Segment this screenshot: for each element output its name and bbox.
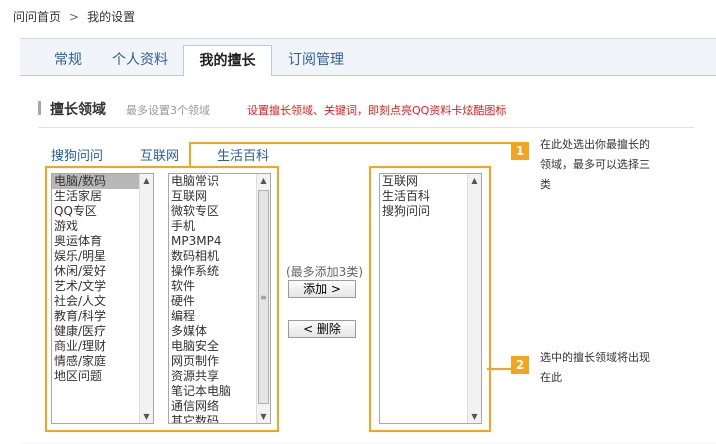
list-item[interactable]: 手机 [169, 219, 270, 234]
category-link-sogou-wenwen[interactable]: 搜狗问问 [51, 145, 103, 164]
list-item[interactable]: 通信网络 [169, 399, 270, 414]
selected-expertise-list[interactable]: 互联网 生活百科 搜狗问问 ▲ ▼ [379, 173, 482, 424]
breadcrumb-separator: > [69, 10, 80, 24]
list-item[interactable]: 互联网 [380, 174, 481, 189]
list-item[interactable]: 硬件 [169, 294, 270, 309]
scroll-up-icon[interactable]: ▲ [468, 174, 481, 187]
list-item[interactable]: 地区问题 [52, 369, 153, 384]
breadcrumb-current: 我的设置 [87, 10, 136, 24]
callout-1-connector [189, 142, 511, 144]
scroll-down-icon[interactable]: ▼ [257, 410, 270, 423]
breadcrumb-home-link[interactable]: 问问首页 [13, 10, 61, 24]
list-item[interactable]: 软件 [169, 279, 270, 294]
callout-2-badge: 2 [511, 356, 529, 374]
list-item[interactable]: 互联网 [169, 189, 270, 204]
list-item[interactable]: 搜狗问问 [380, 204, 481, 219]
list-item[interactable]: 网页制作 [169, 354, 270, 369]
add-button[interactable]: 添加 > [288, 280, 356, 298]
category-link-internet[interactable]: 互联网 [140, 145, 179, 164]
callout-1-text: 在此处选出你最擅长的领域，最多可以选择三类 [540, 138, 650, 191]
callout-2-connector [487, 368, 511, 370]
tab-my-expertise[interactable]: 我的擅长 [183, 45, 272, 77]
list-item[interactable]: 教育/科学 [52, 309, 153, 324]
scroll-up-icon[interactable]: ▲ [257, 174, 270, 187]
scrollbar-thumb[interactable]: ≡ [258, 190, 269, 404]
sub-category-list[interactable]: 电脑常识 互联网 微软专区 手机 MP3MP4 数码相机 操作系统 软件 硬件 编程 多媒体 电脑安全… [168, 173, 271, 424]
list-item[interactable]: 生活百科 [380, 189, 481, 204]
section-title: 擅长领域 [50, 102, 106, 118]
scroll-up-icon[interactable]: ▲ [140, 174, 153, 187]
callout-1-connector-vertical [189, 142, 191, 167]
section-limit-note: 最多设置3个领域 [126, 104, 210, 117]
scroll-down-icon[interactable]: ▼ [140, 410, 153, 423]
section-hint: 设置擅长领域、关键词，即刻点亮QQ资料卡炫酷图标 [247, 104, 507, 117]
list-item[interactable]: QQ专区 [52, 204, 153, 219]
list-item[interactable]: 情感/家庭 [52, 354, 153, 369]
breadcrumb: 问问首页 > 我的设置 [13, 8, 135, 25]
list-item[interactable]: 游戏 [52, 219, 153, 234]
remove-button[interactable]: < 删除 [288, 320, 356, 338]
section-marker [38, 101, 41, 115]
list-item[interactable]: 操作系统 [169, 264, 270, 279]
list-item[interactable]: 笔记本电脑 [169, 384, 270, 399]
list-item[interactable]: 健康/医疗 [52, 324, 153, 339]
section-divider [38, 127, 694, 128]
list-item[interactable]: 微软专区 [169, 204, 270, 219]
primary-category-list[interactable]: 电脑/数码 生活家居 QQ专区 游戏 奥运体育 娱乐/明星 休闲/爱好 艺术/文学 社会/人文教… [51, 173, 154, 424]
list-item[interactable]: 社会/人文 [52, 294, 153, 309]
list-item[interactable]: 电脑安全 [169, 339, 270, 354]
list-item[interactable]: 娱乐/明星 [52, 249, 153, 264]
list-item[interactable]: 电脑/数码 [52, 174, 153, 189]
list-item[interactable]: 商业/理财 [52, 339, 153, 354]
add-limit-note: (最多添加3类) [286, 265, 363, 279]
list-item[interactable]: 资源共享 [169, 369, 270, 384]
list-item[interactable]: 多媒体 [169, 324, 270, 339]
list-item[interactable]: 电脑常识 [169, 174, 270, 189]
tab-profile[interactable]: 个人资料 [112, 46, 168, 75]
category-link-life-encyclopedia[interactable]: 生活百科 [217, 145, 269, 164]
scroll-down-icon[interactable]: ▼ [468, 410, 481, 423]
list-item[interactable]: MP3MP4 [169, 234, 270, 249]
list-item[interactable]: 其它数码 [169, 414, 270, 423]
tab-general[interactable]: 常规 [54, 46, 82, 75]
sub-list-scrollbar[interactable]: ▲ ≡ ▼ [256, 174, 270, 423]
tab-subscriptions[interactable]: 订阅管理 [288, 46, 344, 75]
list-item[interactable]: 数码相机 [169, 249, 270, 264]
list-item[interactable]: 休闲/爱好 [52, 264, 153, 279]
selected-list-scrollbar[interactable]: ▲ ▼ [467, 174, 481, 423]
list-item[interactable]: 编程 [169, 309, 270, 324]
callout-2-text: 选中的擅长领域将出现在此 [540, 351, 650, 384]
callout-1-badge: 1 [511, 142, 529, 160]
list-item[interactable]: 艺术/文学 [52, 279, 153, 294]
list-item[interactable]: 奥运体育 [52, 234, 153, 249]
primary-list-scrollbar[interactable]: ▲ ▼ [139, 174, 153, 423]
list-item[interactable]: 生活家居 [52, 189, 153, 204]
